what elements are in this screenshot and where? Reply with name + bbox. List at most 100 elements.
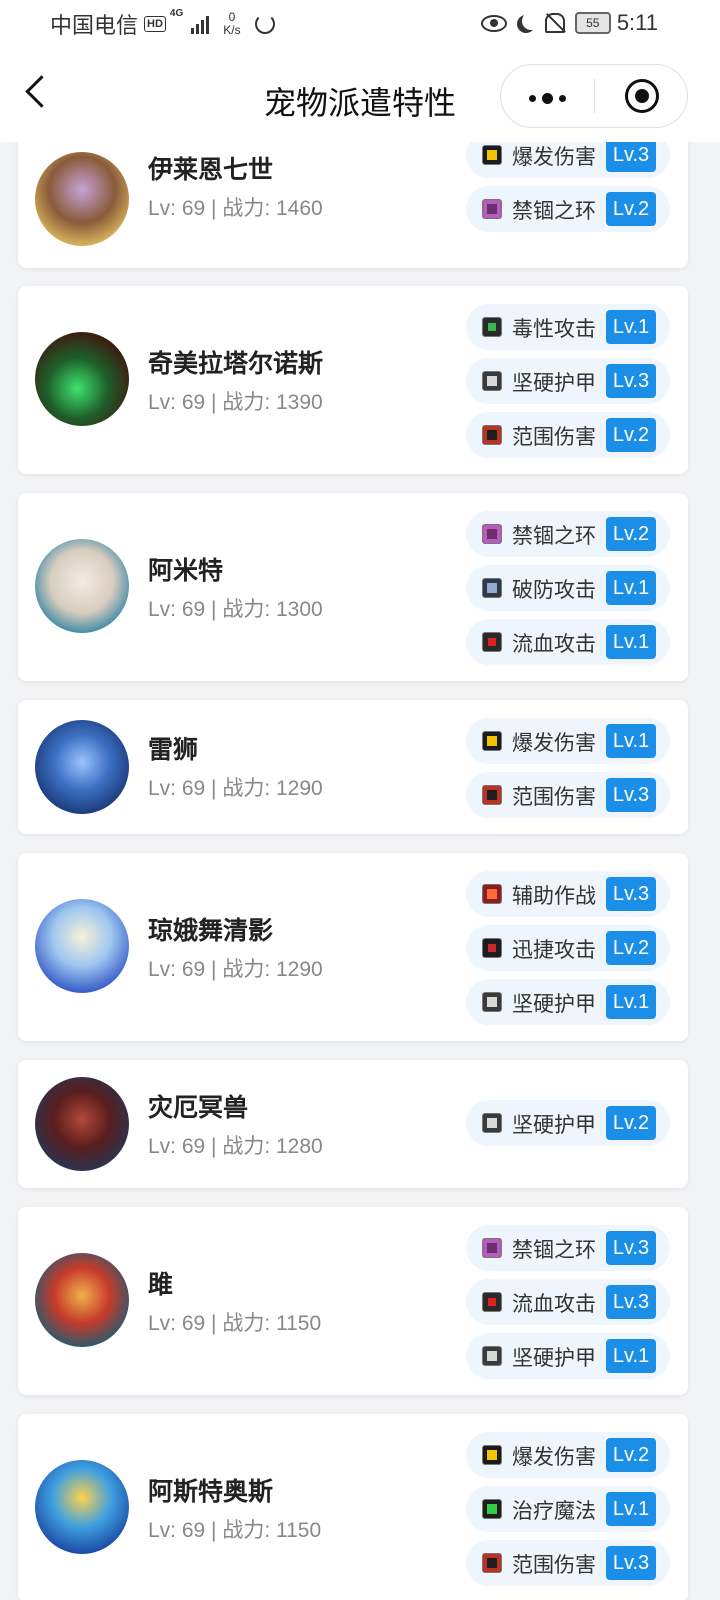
pet-card[interactable]: 奇美拉塔尔诺斯 Lv: 69 | 战力: 1390 毒性攻击 Lv.1 坚硬护甲 Lv.3… xyxy=(18,286,688,474)
pet-stats: Lv: 69 | 战力: 1150 xyxy=(148,1312,322,1335)
trait-pill[interactable]: 破防攻击 Lv.1 xyxy=(466,565,670,611)
trait-level-badge: Lv.3 xyxy=(606,877,656,911)
pet-card[interactable]: 雎 Lv: 69 | 战力: 1150 禁锢之环 Lv.3 流血攻击 Lv.3 坚硬护甲 Lv… xyxy=(18,1207,688,1395)
more-dots-icon[interactable] xyxy=(529,93,572,104)
pet-stats: Lv: 69 | 战力: 1290 xyxy=(148,958,323,981)
trait-name: 禁锢之环 xyxy=(512,200,596,223)
pet-avatar xyxy=(35,152,129,246)
trait-pill[interactable]: 辅助作战 Lv.3 xyxy=(466,871,670,917)
network-type: 4G xyxy=(169,8,184,19)
pet-avatar xyxy=(35,1460,129,1554)
pet-card[interactable]: 阿斯特奥斯 Lv: 69 | 战力: 1150 爆发伤害 Lv.2 治疗魔法 Lv.1 范围… xyxy=(18,1414,688,1600)
heal-icon xyxy=(482,1499,502,1519)
signal-icon xyxy=(189,14,210,34)
trait-level-badge: Lv.1 xyxy=(606,625,656,659)
trait-pill[interactable]: 范围伤害 Lv.3 xyxy=(466,772,670,818)
burst-icon xyxy=(482,145,502,165)
pet-name: 琼娥舞清影 xyxy=(148,917,274,945)
carrier-label: 中国电信 xyxy=(50,13,139,38)
armor-icon xyxy=(482,992,502,1012)
pet-avatar xyxy=(35,1077,129,1171)
pet-stats: Lv: 69 | 战力: 1300 xyxy=(148,598,323,621)
pet-name: 伊莱恩七世 xyxy=(148,156,274,184)
pet-card[interactable]: 伊莱恩七世 Lv: 69 | 战力: 1460 爆发伤害 Lv.3 禁锢之环 Lv.2 xyxy=(18,142,688,268)
trait-pill[interactable]: 坚硬护甲 Lv.3 xyxy=(466,358,670,404)
trait-pill[interactable]: 流血攻击 Lv.1 xyxy=(466,619,670,665)
close-target-icon[interactable] xyxy=(625,79,659,113)
pet-name: 阿斯特奥斯 xyxy=(148,1478,274,1506)
pet-card[interactable]: 琼娥舞清影 Lv: 69 | 战力: 1290 辅助作战 Lv.3 迅捷攻击 Lv.2 坚硬… xyxy=(18,853,688,1041)
trait-pill[interactable]: 坚硬护甲 Lv.1 xyxy=(466,979,670,1025)
pet-avatar xyxy=(35,332,129,426)
mute-bell-icon xyxy=(544,13,565,33)
trait-name: 流血攻击 xyxy=(512,633,596,656)
pet-stats: Lv: 69 | 战力: 1390 xyxy=(148,391,323,414)
burst-icon xyxy=(482,731,502,751)
net-speed: 0 K/s xyxy=(223,11,240,37)
trait-level-badge: Lv.1 xyxy=(606,310,656,344)
miniprogram-capsule xyxy=(500,64,688,128)
trait-level-badge: Lv.3 xyxy=(606,1231,656,1265)
trait-pill[interactable]: 爆发伤害 Lv.1 xyxy=(466,718,670,764)
trait-pill[interactable]: 禁锢之环 Lv.2 xyxy=(466,186,670,232)
hotspot-icon xyxy=(254,14,275,34)
armor-icon xyxy=(482,1346,502,1366)
trait-pill[interactable]: 爆发伤害 Lv.3 xyxy=(466,142,670,178)
trait-name: 范围伤害 xyxy=(512,1554,596,1577)
pet-name: 阿米特 xyxy=(148,557,224,585)
trait-pill[interactable]: 禁锢之环 Lv.3 xyxy=(466,1225,670,1271)
trait-pill[interactable]: 治疗魔法 Lv.1 xyxy=(466,1486,670,1532)
trait-name: 禁锢之环 xyxy=(512,1239,596,1262)
pet-stats: Lv: 69 | 战力: 1460 xyxy=(148,197,323,220)
trait-pill[interactable]: 毒性攻击 Lv.1 xyxy=(466,304,670,350)
trait-pill[interactable]: 坚硬护甲 Lv.1 xyxy=(466,1333,670,1379)
trait-name: 治疗魔法 xyxy=(512,1500,596,1523)
trait-pill[interactable]: 坚硬护甲 Lv.2 xyxy=(466,1100,670,1146)
pet-name: 灾厄冥兽 xyxy=(148,1094,249,1122)
area-icon xyxy=(482,1553,502,1573)
trait-level-badge: Lv.2 xyxy=(606,192,656,226)
trait-level-badge: Lv.1 xyxy=(606,1492,656,1526)
swift-icon xyxy=(482,938,502,958)
burst-icon xyxy=(482,1445,502,1465)
trait-name: 爆发伤害 xyxy=(512,732,596,755)
area-icon xyxy=(482,425,502,445)
trait-name: 禁锢之环 xyxy=(512,525,596,548)
trait-level-badge: Lv.1 xyxy=(606,571,656,605)
hd-badge: HD xyxy=(144,16,166,32)
armor-icon xyxy=(482,1113,502,1133)
trait-name: 辅助作战 xyxy=(512,885,596,908)
bind-icon xyxy=(482,524,502,544)
pet-card[interactable]: 灾厄冥兽 Lv: 69 | 战力: 1280 坚硬护甲 Lv.2 xyxy=(18,1060,688,1188)
pet-name: 雎 xyxy=(148,1271,174,1299)
trait-name: 毒性攻击 xyxy=(512,318,596,341)
pet-card[interactable]: 阿米特 Lv: 69 | 战力: 1300 禁锢之环 Lv.2 破防攻击 Lv.1 流血攻击… xyxy=(18,493,688,681)
clock: 5:11 xyxy=(616,10,658,35)
bind-icon xyxy=(482,1238,502,1258)
trait-name: 流血攻击 xyxy=(512,1293,596,1316)
pet-name: 奇美拉塔尔诺斯 xyxy=(148,350,324,378)
trait-pill[interactable]: 范围伤害 Lv.3 xyxy=(466,1540,670,1586)
status-bar: 中国电信 HD 4G 0 K/s 55 5:11 xyxy=(0,0,720,52)
trait-level-badge: Lv.2 xyxy=(606,931,656,965)
trait-pill[interactable]: 流血攻击 Lv.3 xyxy=(466,1279,670,1325)
trait-level-badge: Lv.2 xyxy=(606,1106,656,1140)
trait-pill[interactable]: 范围伤害 Lv.2 xyxy=(466,412,670,458)
trait-pill[interactable]: 迅捷攻击 Lv.2 xyxy=(466,925,670,971)
trait-level-badge: Lv.1 xyxy=(606,985,656,1019)
capsule-divider xyxy=(594,79,595,113)
trait-level-badge: Lv.3 xyxy=(606,142,656,172)
trait-pill[interactable]: 爆发伤害 Lv.2 xyxy=(466,1432,670,1478)
trait-name: 坚硬护甲 xyxy=(512,372,596,395)
pet-list[interactable]: 伊莱恩七世 Lv: 69 | 战力: 1460 爆发伤害 Lv.3 禁锢之环 Lv.2 奇美… xyxy=(0,142,720,1600)
battery-icon: 55 xyxy=(574,12,611,34)
net-speed-unit: K/s xyxy=(223,23,241,37)
trait-level-badge: Lv.2 xyxy=(606,418,656,452)
trait-pill[interactable]: 禁锢之环 Lv.2 xyxy=(466,511,670,557)
pet-card[interactable]: 雷狮 Lv: 69 | 战力: 1290 爆发伤害 Lv.1 范围伤害 Lv.3 xyxy=(18,700,688,834)
net-speed-value: 0 xyxy=(228,10,236,24)
trait-level-badge: Lv.1 xyxy=(606,1339,656,1373)
trait-name: 迅捷攻击 xyxy=(512,939,596,962)
trait-level-badge: Lv.1 xyxy=(606,724,656,758)
bleed-icon xyxy=(482,1292,502,1312)
